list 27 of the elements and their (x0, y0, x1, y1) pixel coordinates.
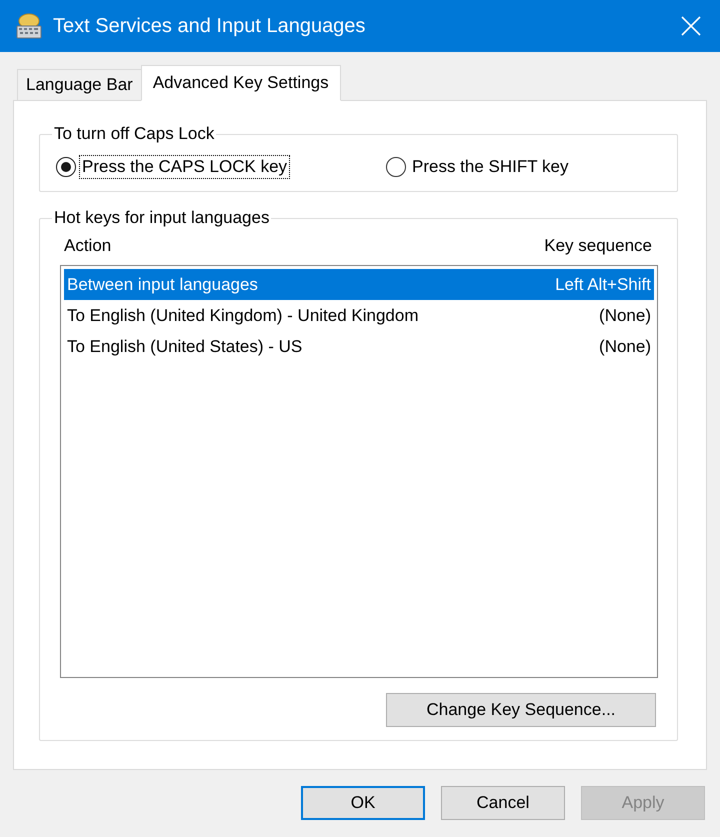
close-icon (681, 16, 701, 36)
group-title: To turn off Caps Lock (53, 124, 216, 144)
change-key-sequence-button[interactable]: Change Key Sequence... (386, 693, 656, 727)
group-title: Hot keys for input languages (53, 208, 270, 228)
radio-label[interactable]: Press the CAPS LOCK key (79, 155, 290, 179)
hotkey-list-item[interactable]: To English (United Kingdom) - United Kingdom (None) (64, 300, 654, 331)
tab[interactable]: Advanced Key Settings (140, 65, 341, 101)
tab[interactable]: Language Bar (17, 69, 142, 100)
radio-button[interactable] (56, 157, 76, 177)
keyboard-icon (16, 13, 42, 39)
hotkey-list-item[interactable]: To English (United States) - US (None) (64, 331, 654, 362)
key-sequence-cell-text: (None) (599, 304, 651, 327)
window-title: Text Services and Input Languages (53, 14, 366, 39)
key-sequence-cell-text: (None) (599, 336, 651, 358)
column-header: Key sequence (544, 235, 652, 258)
key-sequence-cell-text: Left Alt+Shift (555, 274, 651, 296)
dialog-button[interactable]: OK (301, 786, 425, 820)
close-button[interactable] (680, 15, 702, 37)
action-cell-text: To English (United Kingdom) - United Kingdom (67, 304, 419, 327)
hotkey-list-item[interactable]: Between input languages Left Alt+Shift (64, 269, 654, 300)
action-cell-text: Between input languages (67, 274, 258, 296)
radio-button[interactable] (386, 157, 406, 177)
column-header: Action (64, 235, 112, 258)
radio-label[interactable]: Press the SHIFT key (409, 155, 572, 179)
action-cell-text: To English (United States) - US (67, 336, 302, 358)
dialog-button[interactable]: Cancel (441, 786, 565, 820)
hotkey-list[interactable]: Between input languages Left Alt+Shift To English (United Kingdom) - United Kingdom (None) To English (United States) - US (None) (60, 265, 658, 678)
